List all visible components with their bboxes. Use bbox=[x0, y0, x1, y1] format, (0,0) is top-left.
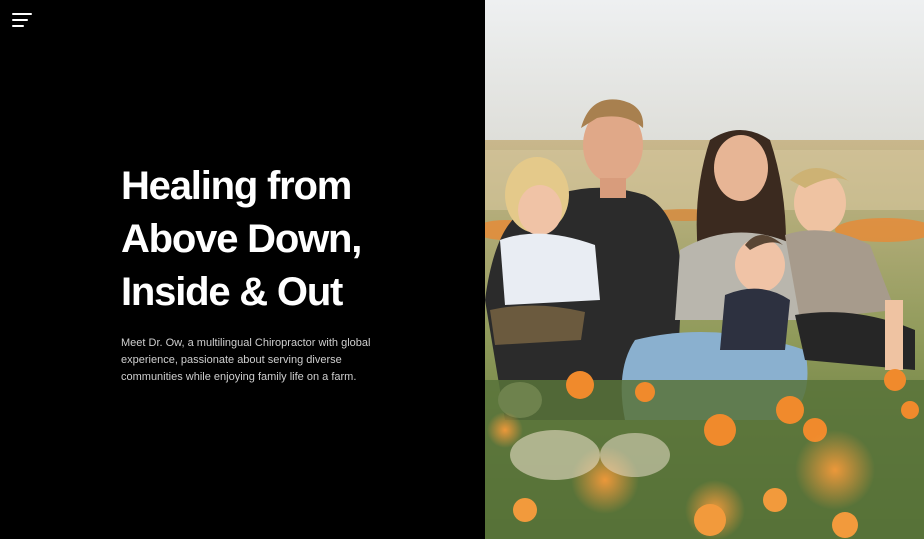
headline-line-3: Inside & Out bbox=[121, 270, 343, 314]
headline-line-1: Healing from bbox=[121, 164, 352, 208]
hero-description: Meet Dr. Ow, a multilingual Chiropractor… bbox=[121, 337, 371, 383]
flower-foreground bbox=[485, 369, 924, 539]
hero-headline: Healing from Above Down, Inside & Out bbox=[121, 160, 401, 319]
headline-line-2: Above Down, bbox=[121, 217, 362, 261]
hamburger-menu-icon[interactable] bbox=[12, 11, 32, 29]
family-photo-illustration bbox=[485, 0, 924, 539]
family-photo bbox=[485, 0, 924, 539]
hero-panel: Healing from Above Down, Inside & Out Me… bbox=[0, 0, 485, 539]
hero-text: Healing from Above Down, Inside & Out Me… bbox=[121, 160, 401, 386]
page: Healing from Above Down, Inside & Out Me… bbox=[0, 0, 924, 539]
